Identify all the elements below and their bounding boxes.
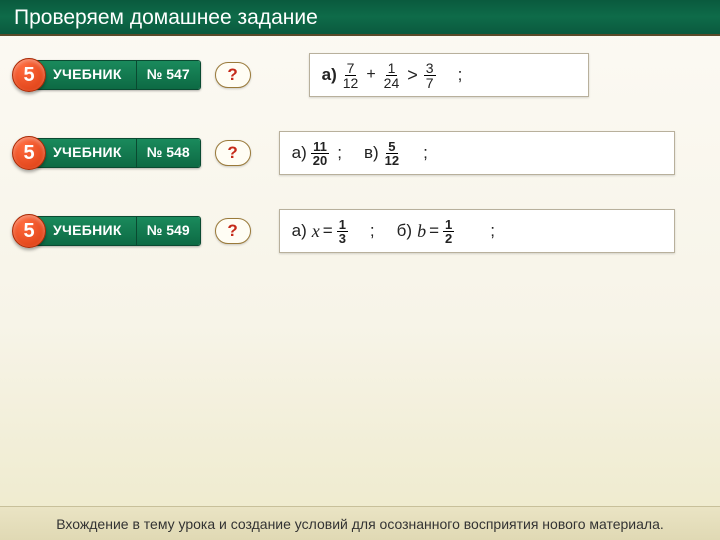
operator-gt: > <box>407 65 418 86</box>
separator: ; <box>423 143 428 163</box>
grade-badge-icon: 5 <box>12 214 46 248</box>
grade-badge-icon: 5 <box>12 136 46 170</box>
separator: ; <box>370 221 375 241</box>
operator-plus: + <box>366 66 375 84</box>
equals: = <box>429 221 439 241</box>
fraction: 3 7 <box>424 61 436 90</box>
part-label: б) <box>397 221 412 241</box>
question-mark-button[interactable]: ? <box>215 62 251 88</box>
fraction: 1 24 <box>382 61 402 90</box>
part-label: в) <box>364 143 379 163</box>
variable: b <box>417 221 426 242</box>
exercise-number: № 548 <box>136 139 200 167</box>
textbook-label: УЧЕБНИК <box>35 61 136 89</box>
question-mark-button[interactable]: ? <box>215 218 251 244</box>
exercise-number: № 549 <box>136 217 200 245</box>
footer-text: Вхождение в тему урока и создание услови… <box>56 516 664 532</box>
exercise-row: 5 УЧЕБНИК № 549 ? а) x = 1 3 ; б) b = 1 … <box>12 208 708 254</box>
separator: ; <box>490 221 495 241</box>
exercise-row: 5 УЧЕБНИК № 547 ? а) 7 12 + 1 24 > 3 7 ; <box>12 52 708 98</box>
slide-title: Проверяем домашнее задание <box>14 6 318 29</box>
answer-box: а) 11 20 ; в) 5 12 ; <box>279 131 675 175</box>
part-label: а) <box>292 221 307 241</box>
equals: = <box>323 221 333 241</box>
fraction: 1 2 <box>443 218 454 245</box>
fraction: 11 20 <box>311 140 329 167</box>
exercise-row: 5 УЧЕБНИК № 548 ? а) 11 20 ; в) 5 12 ; <box>12 130 708 176</box>
separator: ; <box>337 143 342 163</box>
question-mark-button[interactable]: ? <box>215 140 251 166</box>
slide-footer: Вхождение в тему урока и создание услови… <box>0 506 720 540</box>
fraction: 5 12 <box>383 140 401 167</box>
fraction: 7 12 <box>341 61 361 90</box>
slide-header: Проверяем домашнее задание <box>0 0 720 36</box>
answer-box: а) 7 12 + 1 24 > 3 7 ; <box>309 53 589 97</box>
exercise-number: № 547 <box>136 61 200 89</box>
grade-badge-icon: 5 <box>12 58 46 92</box>
part-label: а) <box>292 143 307 163</box>
textbook-pill: УЧЕБНИК № 547 <box>34 60 201 90</box>
fraction: 1 3 <box>337 218 348 245</box>
separator: ; <box>458 65 463 85</box>
part-label: а) <box>322 65 337 85</box>
textbook-label: УЧЕБНИК <box>35 217 136 245</box>
textbook-label: УЧЕБНИК <box>35 139 136 167</box>
textbook-pill: УЧЕБНИК № 549 <box>34 216 201 246</box>
answer-box: а) x = 1 3 ; б) b = 1 2 ; <box>279 209 675 253</box>
content-area: 5 УЧЕБНИК № 547 ? а) 7 12 + 1 24 > 3 7 ; <box>0 36 720 254</box>
textbook-pill: УЧЕБНИК № 548 <box>34 138 201 168</box>
variable: x <box>312 221 320 242</box>
